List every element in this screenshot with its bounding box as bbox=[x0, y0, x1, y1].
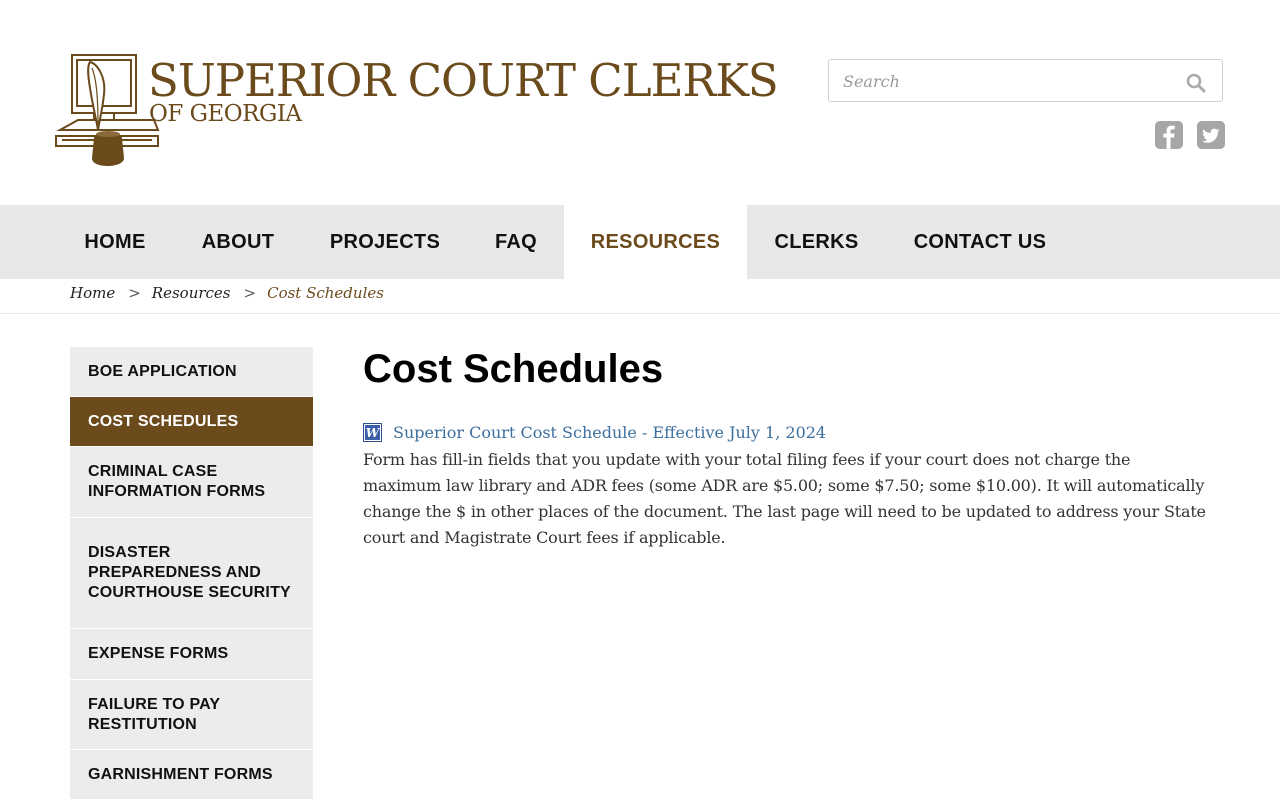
logo-subtitle: OF GEORGIA bbox=[149, 101, 302, 127]
search-icon[interactable] bbox=[1186, 73, 1206, 93]
sidebar-item-expense-forms[interactable]: EXPENSE FORMS bbox=[70, 629, 313, 680]
clerk-quill-computer-icon bbox=[55, 54, 160, 166]
word-document-icon: W bbox=[363, 422, 382, 442]
search-input[interactable] bbox=[843, 68, 1163, 94]
divider bbox=[0, 313, 1280, 314]
sidebar-item-failure-to-pay-restitution[interactable]: FAILURE TO PAY RESTITUTION bbox=[70, 680, 313, 750]
document-description: Form has fill-in fields that you update … bbox=[363, 450, 1206, 547]
nav-home[interactable]: HOME bbox=[56, 205, 174, 279]
breadcrumb: Home > Resources > Cost Schedules bbox=[70, 284, 384, 308]
main-content: Cost Schedules W Superior Court Cost Sch… bbox=[363, 340, 1208, 547]
nav-about[interactable]: ABOUT bbox=[174, 205, 302, 279]
site-logo[interactable]: SUPERIOR COURT CLERKS OF GEORGIA bbox=[54, 54, 779, 170]
nav-faq[interactable]: FAQ bbox=[468, 205, 564, 279]
nav-projects[interactable]: PROJECTS bbox=[302, 205, 468, 279]
breadcrumb-separator: > bbox=[243, 284, 257, 302]
sidebar-item-cost-schedules[interactable]: COST SCHEDULES bbox=[70, 397, 313, 447]
document-link-row: W Superior Court Cost Schedule - Effecti… bbox=[363, 419, 826, 445]
search-box bbox=[828, 59, 1223, 102]
nav-clerks[interactable]: CLERKS bbox=[747, 205, 886, 279]
facebook-icon[interactable] bbox=[1155, 121, 1183, 149]
sidebar-item-boe-application[interactable]: BOE APPLICATION bbox=[70, 347, 313, 397]
breadcrumb-separator: > bbox=[128, 284, 141, 302]
breadcrumb-resources[interactable]: Resources bbox=[152, 284, 231, 302]
nav-resources[interactable]: RESOURCES bbox=[564, 205, 747, 279]
nav-contact-us[interactable]: CONTACT US bbox=[886, 205, 1074, 279]
breadcrumb-current: Cost Schedules bbox=[267, 284, 384, 302]
sidebar-nav: BOE APPLICATION COST SCHEDULES CRIMINAL … bbox=[70, 347, 313, 800]
sidebar-item-disaster-preparedness[interactable]: DISASTER PREPAREDNESS AND COURTHOUSE SEC… bbox=[70, 518, 313, 629]
page-title: Cost Schedules bbox=[363, 347, 664, 391]
sidebar-item-garnishment-forms[interactable]: GARNISHMENT FORMS bbox=[70, 750, 313, 800]
twitter-icon[interactable] bbox=[1197, 121, 1225, 149]
sidebar-item-criminal-case-information-forms[interactable]: CRIMINAL CASE INFORMATION FORMS bbox=[70, 447, 313, 518]
main-nav: HOME ABOUT PROJECTS FAQ RESOURCES CLERKS… bbox=[0, 205, 1280, 279]
svg-text:W: W bbox=[366, 426, 381, 440]
cost-schedule-document-link[interactable]: Superior Court Cost Schedule - Effective… bbox=[393, 423, 826, 442]
breadcrumb-home[interactable]: Home bbox=[70, 284, 115, 302]
